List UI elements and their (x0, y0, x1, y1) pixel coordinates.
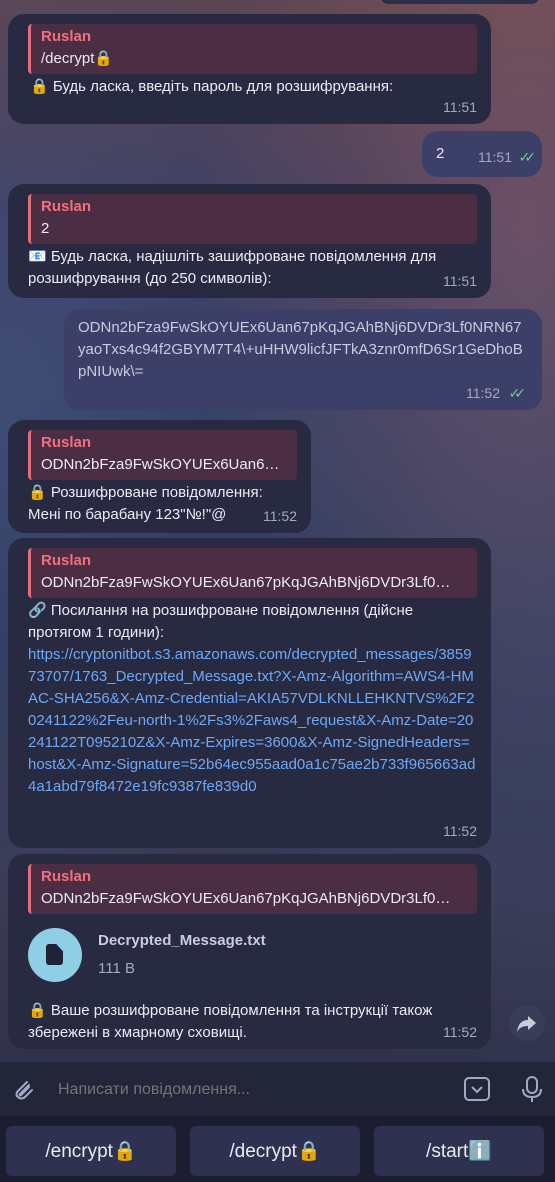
message-text: 🔒 Будь ласка, введіть пароль для розшифр… (30, 78, 394, 95)
incoming-message[interactable]: Ruslan ODNn2bFza9FwSkOYUEx6Uan67pKqJGAhB… (8, 854, 491, 1049)
keyboard-button-encrypt[interactable]: /encrypt🔒 (6, 1126, 176, 1176)
message-time: 11:51 (478, 149, 512, 165)
reply-quote[interactable]: Ruslan ODNn2bFza9FwSkOYUEx6Uan6… (28, 430, 297, 480)
outgoing-message[interactable]: ODNn2bFza9FwSkOYUEx6Uan67pKqJGAhBNj6DVDr… (64, 309, 542, 410)
message-text: 🔒 Розшифроване повідомлення: (28, 484, 263, 501)
keyboard-toggle-icon[interactable] (462, 1074, 492, 1104)
outgoing-message[interactable]: 2 11:51 ✓✓ (422, 131, 542, 177)
incoming-message[interactable]: Ruslan /decrypt🔒 🔒 Будь ласка, введіть п… (8, 14, 491, 124)
reply-text: ODNn2bFza9FwSkOYUEx6Uan67pKqJGAhBNj6DVDr… (41, 890, 451, 907)
message-time: 11:51 (443, 99, 477, 115)
reply-author: Ruslan (41, 28, 92, 45)
decrypted-message-link[interactable]: https://cryptonitbot.s3.amazonaws.com/de… (22, 644, 477, 798)
decrypted-text: Мені по барабану 123"№!"@ (28, 506, 227, 523)
read-ticks-icon: ✓✓ (518, 149, 537, 165)
reply-quote[interactable]: Ruslan ODNn2bFza9FwSkOYUEx6Uan67pKqJGAhB… (28, 864, 477, 914)
message-input[interactable] (56, 1076, 440, 1104)
previous-message-edge (380, 0, 540, 4)
forward-icon (517, 1016, 536, 1032)
file-attachment[interactable]: Decrypted_Message.txt 111 B (22, 922, 477, 1000)
bot-keyboard: /encrypt🔒 /decrypt🔒 /startℹ️ (0, 1116, 555, 1182)
message-time: 11:52 (443, 823, 477, 839)
message-text: 📧 Будь ласка, надішліть зашифроване пові… (28, 248, 437, 287)
keyboard-button-decrypt[interactable]: /decrypt🔒 (190, 1126, 360, 1176)
forward-button[interactable] (509, 1005, 545, 1041)
message-time: 11:52 (466, 385, 500, 401)
message-time: 11:52 (263, 508, 297, 524)
reply-author: Ruslan (41, 198, 92, 215)
file-size: 111 B (98, 960, 135, 977)
reply-quote[interactable]: Ruslan 2 (28, 194, 477, 244)
reply-text: ODNn2bFza9FwSkOYUEx6Uan6… (41, 456, 280, 473)
reply-quote[interactable]: Ruslan /decrypt🔒 (28, 24, 477, 74)
reply-text: /decrypt🔒 (41, 50, 114, 67)
reply-author: Ruslan (41, 552, 92, 569)
message-text: ODNn2bFza9FwSkOYUEx6Uan67pKqJGAhBNj6DVDr… (78, 319, 523, 380)
keyboard-button-start[interactable]: /startℹ️ (374, 1126, 544, 1176)
message-text: 🔗 Посилання на розшифроване повідомлення… (28, 602, 414, 641)
reply-quote[interactable]: Ruslan ODNn2bFza9FwSkOYUEx6Uan67pKqJGAhB… (28, 548, 477, 598)
reply-text: ODNn2bFza9FwSkOYUEx6Uan67pKqJGAhBNj6DVDr… (41, 574, 451, 591)
reply-author: Ruslan (41, 868, 92, 885)
microphone-icon[interactable] (517, 1074, 547, 1104)
attach-icon[interactable] (8, 1074, 38, 1104)
file-name: Decrypted_Message.txt (98, 932, 266, 949)
message-input-bar (0, 1062, 555, 1116)
message-text: 🔒 Ваше розшифроване повідомлення та інст… (28, 1002, 433, 1041)
file-download-button[interactable] (28, 928, 82, 982)
message-time: 11:51 (443, 273, 477, 289)
incoming-message[interactable]: Ruslan ODNn2bFza9FwSkOYUEx6Uan6… 🔒 Розши… (8, 420, 311, 533)
reply-text: 2 (41, 220, 50, 237)
incoming-message[interactable]: Ruslan ODNn2bFza9FwSkOYUEx6Uan67pKqJGAhB… (8, 538, 491, 848)
reply-author: Ruslan (41, 434, 92, 451)
incoming-message[interactable]: Ruslan 2 📧 Будь ласка, надішліть зашифро… (8, 184, 491, 298)
document-icon (46, 944, 63, 965)
read-ticks-icon: ✓✓ (508, 385, 527, 401)
message-time: 11:52 (443, 1024, 477, 1040)
message-text: 2 (436, 145, 445, 162)
